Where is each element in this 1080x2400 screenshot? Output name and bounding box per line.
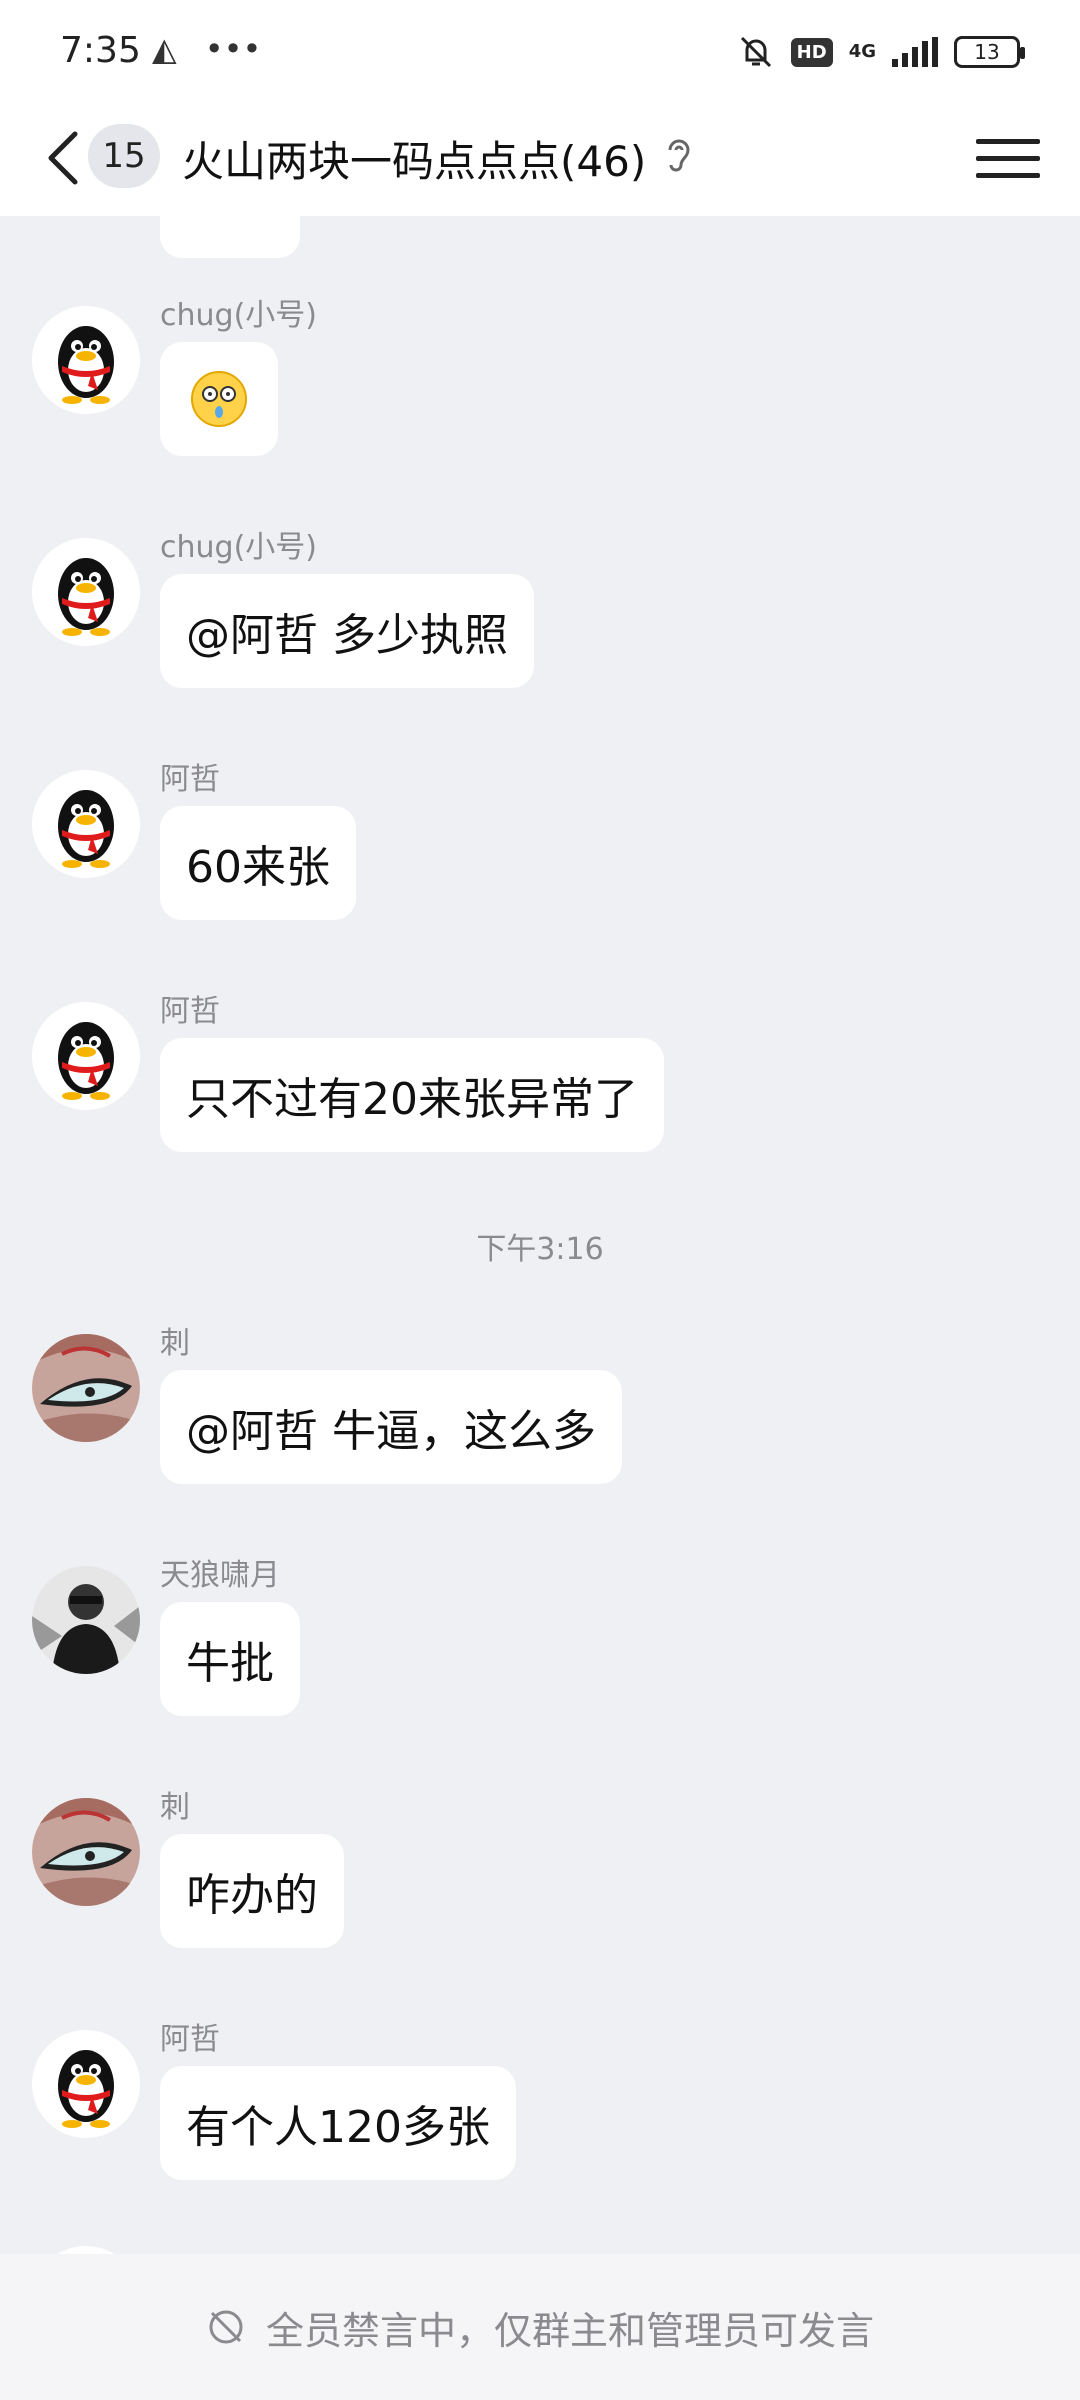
sender-name[interactable]: 阿哲 [160, 986, 220, 1030]
penguin-avatar[interactable] [32, 306, 140, 414]
group-title[interactable]: 火山两块一码点点点(46) [182, 128, 646, 189]
muted-icon [209, 2310, 243, 2344]
sender-name[interactable]: chug(小号) [160, 290, 317, 334]
back-button[interactable] [32, 122, 92, 194]
message-bubble[interactable]: @阿哲 牛逼，这么多 [160, 1370, 622, 1484]
chat-header: 15 火山两块一码点点点(46) [0, 100, 1080, 216]
status-time: 7:35 [60, 30, 141, 71]
sender-name[interactable]: 刺 [160, 1318, 190, 1362]
message-bubble[interactable] [160, 342, 278, 456]
message-item: 阿哲 有个人120多张 [0, 2014, 1080, 2204]
eye-avatar[interactable] [32, 1334, 140, 1442]
message-bubble-partial[interactable] [160, 216, 300, 258]
sender-name[interactable]: 阿哲 [160, 754, 220, 798]
sender-name[interactable]: 刺 [160, 1782, 190, 1826]
message-item: 刺 @阿哲 牛逼，这么多 [0, 1318, 1080, 1508]
sender-name[interactable]: 阿哲 [160, 2014, 220, 2058]
mute-bell-icon [740, 36, 771, 68]
message-list[interactable]: chug(小号) chug(小号) @阿哲 多少执照 阿哲 60来张 阿哲 只不… [0, 216, 1080, 2254]
hd-badge: HD [790, 37, 833, 67]
penguin-avatar[interactable] [32, 1002, 140, 1110]
message-item: chug(小号) @阿哲 多少执照 [0, 522, 1080, 712]
message-item: 天狼啸月 牛批 [0, 1550, 1080, 1740]
penguin-avatar[interactable] [32, 770, 140, 878]
penguin-avatar[interactable] [32, 538, 140, 646]
unread-count-badge[interactable]: 15 [88, 124, 160, 188]
battery-icon: 13 [954, 36, 1025, 68]
menu-button[interactable] [976, 126, 1040, 190]
status-right-icons: HD 4G 13 [737, 30, 1025, 74]
time-separator: 下午3:16 [476, 1232, 604, 1267]
eye-avatar[interactable] [32, 1798, 140, 1906]
message-item: 阿哲 60来张 [0, 754, 1080, 944]
ear-icon[interactable] [662, 134, 696, 178]
mute-notice-bar: 全员禁言中，仅群主和管理员可发言 [0, 2254, 1080, 2400]
penguin-avatar-partial[interactable] [32, 2246, 140, 2254]
message-bubble[interactable]: 牛批 [160, 1602, 300, 1716]
message-bubble[interactable]: 有个人120多张 [160, 2066, 516, 2180]
message-item: chug(小号) [0, 290, 1080, 480]
status-left-icons: ◭ ••• [152, 30, 279, 68]
menu-line [976, 172, 1040, 178]
mute-notice-text: 全员禁言中，仅群主和管理员可发言 [265, 2308, 874, 2353]
message-bubble[interactable]: 咋办的 [160, 1834, 344, 1948]
menu-line [976, 138, 1040, 144]
message-item: 阿哲 只不过有20来张异常了 [0, 986, 1080, 1176]
message-bubble[interactable]: 只不过有20来张异常了 [160, 1038, 664, 1152]
status-bar: 7:35 ◭ ••• HD 4G 13 [0, 0, 1080, 100]
signal-icon [892, 37, 938, 67]
chevron-left-icon [48, 131, 78, 185]
penguin-avatar[interactable] [32, 2030, 140, 2138]
sender-name[interactable]: chug(小号) [160, 522, 317, 566]
photo-avatar[interactable] [32, 1566, 140, 1674]
battery-level: 13 [974, 40, 1000, 64]
message-bubble[interactable]: 60来张 [160, 806, 356, 920]
message-bubble[interactable]: @阿哲 多少执照 [160, 574, 534, 688]
message-item: 刺 咋办的 [0, 1782, 1080, 1972]
more-dots-icon: ••• [204, 30, 262, 68]
network-type: 4G [848, 41, 876, 62]
shocked-face-emoji-icon [191, 371, 247, 427]
sender-name[interactable]: 天狼啸月 [160, 1550, 280, 1594]
menu-line [976, 155, 1040, 161]
notification-triangle-icon: ◭ [152, 30, 177, 68]
